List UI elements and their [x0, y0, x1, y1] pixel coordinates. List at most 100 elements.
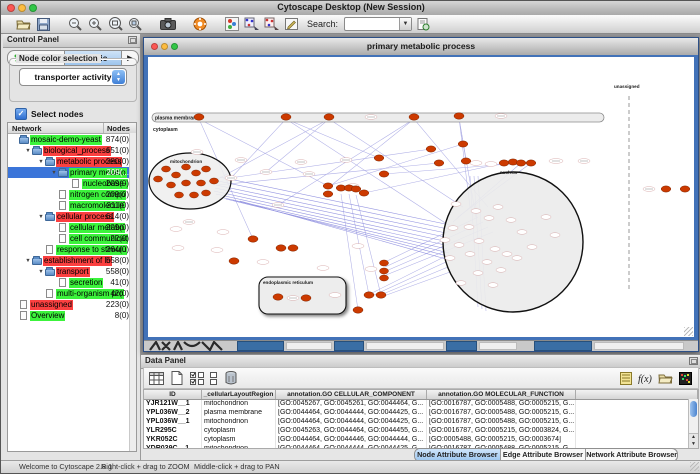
help-icon[interactable] [191, 16, 208, 32]
tree-row[interactable]: macromolecule311(0) [8, 200, 136, 211]
tree-row[interactable]: ▼primary metabo209(... [8, 167, 136, 178]
tree-row[interactable]: unassigned223(0) [8, 299, 136, 310]
table-row[interactable]: YJR121W__1mitochondrion[GO:0045267, GO:0… [144, 400, 698, 409]
search-option-icon[interactable] [415, 16, 432, 32]
function-builder-icon[interactable]: f(x) [637, 370, 654, 386]
table-cell: mitochondrion [202, 400, 276, 409]
tree-row[interactable]: cell communicat22(0) [8, 233, 136, 244]
folder-icon [58, 169, 69, 177]
tree-row[interactable]: nitrogen compo209(0) [8, 189, 136, 200]
table-cell: [GO:0044464, GO:0044444, GO:0044425, G..… [276, 409, 427, 418]
tree-row[interactable]: mosaic-demo-yeast874(0) [8, 134, 136, 145]
canvas-resize-grip[interactable] [684, 327, 693, 336]
data-panel-title: Data Panel [145, 356, 186, 365]
save-session-icon[interactable] [35, 16, 52, 32]
tree-row-label: secretion [69, 278, 103, 288]
clipped-text-artifact [148, 341, 238, 351]
tree-row[interactable]: nucleobase-209(0) [8, 178, 136, 189]
hidden-window-tab[interactable] [334, 341, 364, 351]
column-header[interactable]: _cellularLayoutRegion [202, 390, 276, 399]
notes-icon[interactable] [617, 370, 634, 386]
status-welcome: Welcome to Cytoscape 2.8.1 [19, 462, 112, 471]
scrollbar-thumb[interactable] [690, 401, 697, 417]
attribute-table-icon[interactable] [148, 370, 165, 386]
scrollbar-arrows[interactable]: ▲▼ [689, 433, 698, 448]
tree-scrollbar[interactable] [129, 133, 136, 451]
disclosure-triangle-icon[interactable]: ▼ [37, 269, 45, 275]
table-row[interactable]: YLR295Ccytoplasm[GO:0045263, GO:0044464,… [144, 427, 698, 436]
tree-row[interactable]: ▼metabolic process280(0) [8, 156, 136, 167]
select-attributes-icon[interactable] [188, 370, 205, 386]
disclosure-triangle-icon[interactable]: ▼ [50, 170, 58, 176]
zoom-in-icon[interactable] [87, 16, 104, 32]
hidden-window-tab[interactable] [446, 341, 477, 351]
table-cell: [GO:0044464, GO:0044446, GO:0044444, G..… [276, 436, 427, 445]
column-header[interactable]: annotation.GO MOLECULAR_FUNCTION [427, 390, 576, 399]
node-count: 311(0) [106, 201, 129, 210]
node-count: 223(0) [106, 300, 129, 309]
network-window-title: primary metabolic process [144, 41, 698, 51]
annotation-icon[interactable] [283, 16, 300, 32]
float-panel-icon[interactable] [128, 36, 137, 44]
disclosure-triangle-icon[interactable]: ▼ [37, 214, 45, 220]
svg-text:unassigned: unassigned [614, 84, 640, 89]
tree-row[interactable]: ▼establishment of lo558(0) [8, 255, 136, 266]
snapshot-icon[interactable] [159, 16, 176, 32]
search-dropdown-arrow[interactable]: ▼ [399, 18, 411, 30]
network-view-window[interactable]: primary metabolic process [143, 37, 699, 352]
column-header[interactable]: ID [144, 390, 202, 399]
tree-row[interactable]: response to stimulu264(0) [8, 244, 136, 255]
tree-row[interactable]: ▼biological_process651(0) [8, 145, 136, 156]
table-cell [576, 400, 698, 409]
attribute-table-header[interactable]: ID_cellularLayoutRegionannotation.GO CEL… [144, 390, 698, 400]
tree-row[interactable]: Overview8(0) [8, 310, 136, 321]
attribute-table[interactable]: ID_cellularLayoutRegionannotation.GO CEL… [143, 389, 699, 449]
node-count: 41(0) [110, 278, 129, 287]
import-attributes-icon[interactable] [657, 370, 674, 386]
network-tool-icon-2[interactable] [263, 16, 280, 32]
hidden-window-thumb [479, 342, 517, 350]
table-row[interactable]: YKR052Ccytoplasm[GO:0044464, GO:0044446,… [144, 436, 698, 445]
disclosure-triangle-icon[interactable]: ▼ [24, 148, 32, 154]
table-cell: cytoplasm [202, 436, 276, 445]
tree-row[interactable]: secretion 41(0) [8, 277, 136, 288]
node-count: 209(0) [106, 190, 129, 199]
table-cell: [GO:0045267, GO:0045261, GO:0044464, G..… [276, 400, 427, 409]
network-window-titlebar[interactable]: primary metabolic process [144, 38, 698, 56]
desktop-area: primary metabolic process [141, 34, 700, 354]
open-session-icon[interactable] [15, 16, 32, 32]
disclosure-triangle-icon[interactable]: ▼ [37, 159, 45, 165]
tree-row[interactable]: multi-organism pro42(0) [8, 288, 136, 299]
column-header[interactable]: annotation.GO CELLULAR_COMPONENT [276, 390, 427, 399]
disclosure-triangle-icon[interactable]: ▼ [24, 258, 32, 264]
network-graph: plasma membrane cytoplasm mitochondrion … [148, 57, 696, 341]
tree-row[interactable]: ▼transport558(0) [8, 266, 136, 277]
float-panel-icon[interactable] [689, 357, 698, 365]
tree-header[interactable]: Network Nodes [8, 123, 136, 134]
attribute-batch-icon[interactable] [208, 370, 219, 386]
table-row[interactable]: YPL036W__2plasma membrane[GO:0044464, GO… [144, 409, 698, 418]
search-input[interactable]: ▼ [344, 17, 412, 31]
network-canvas[interactable]: plasma membrane cytoplasm mitochondrion … [144, 55, 698, 341]
node-color-dropdown[interactable]: transporter activity ▲▼ [19, 68, 127, 86]
network-tool-icon-1[interactable] [243, 16, 260, 32]
zoom-out-icon[interactable] [67, 16, 84, 32]
matrix-icon[interactable] [677, 370, 694, 386]
delete-attribute-icon[interactable] [222, 370, 239, 386]
node-count: 8(0) [115, 311, 129, 320]
select-nodes-label: Select nodes [31, 109, 83, 119]
hidden-window-tab[interactable] [237, 341, 284, 351]
hidden-window-tab[interactable] [534, 341, 592, 351]
table-cell [576, 409, 698, 418]
vizmapper-icon[interactable] [223, 16, 240, 32]
new-attribute-icon[interactable] [168, 370, 185, 386]
window-resize-grip[interactable] [690, 462, 699, 471]
zoom-region-icon[interactable] [127, 16, 144, 32]
tree-row[interactable]: cellular metabo209(0) [8, 222, 136, 233]
table-row[interactable]: YPL036W__1mitochondrion[GO:0044464, GO:0… [144, 418, 698, 427]
tree-row[interactable]: ▼cellular process614(0) [8, 211, 136, 222]
column-header[interactable] [576, 390, 698, 399]
select-nodes-checkbox[interactable]: ✓ [15, 108, 27, 120]
table-scrollbar[interactable]: ▲▼ [688, 399, 698, 448]
zoom-fit-icon[interactable] [107, 16, 124, 32]
